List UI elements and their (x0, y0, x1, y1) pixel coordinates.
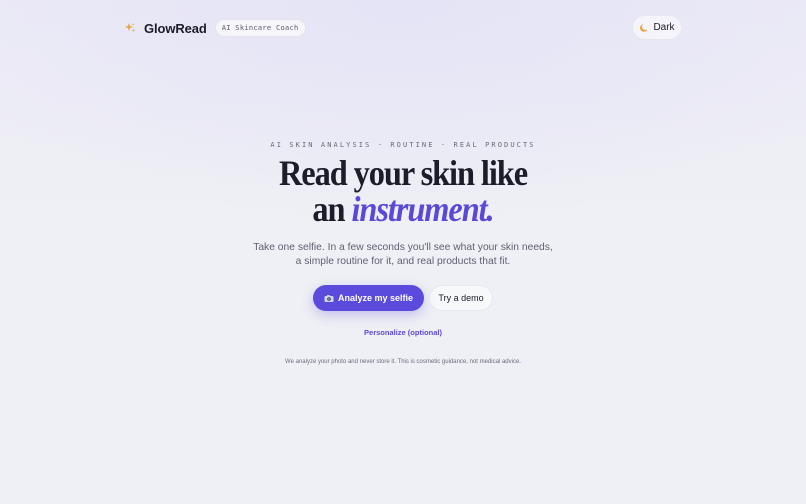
privacy-disclaimer: We analyze your photo and never store it… (285, 359, 521, 365)
subtitle-line-1: Take one selfie. In a few seconds you'll… (253, 242, 553, 253)
try-demo-label: Try a demo (438, 293, 484, 303)
try-demo-button[interactable]: Try a demo (429, 285, 493, 311)
hero-subtitle: Take one selfie. In a few seconds you'll… (0, 241, 806, 269)
analyze-selfie-button[interactable]: Analyze my selfie (313, 285, 424, 311)
theme-toggle-button[interactable]: Dark (632, 15, 682, 40)
subtitle-line-2: a simple routine for it, and real produc… (295, 256, 511, 267)
sparkles-icon (123, 21, 137, 35)
brand-badge: AI Skincare Coach (214, 19, 306, 37)
hero-headline: Read your skin like an instrument. (40, 155, 765, 227)
headline-line-2-prefix: an (312, 189, 352, 229)
camera-icon (324, 294, 334, 303)
headline-accent: instrument. (351, 189, 494, 229)
personalize-link[interactable]: Personalize (optional) (364, 328, 442, 337)
top-bar: GlowRead AI Skincare Coach Dark (0, 0, 806, 56)
moon-icon (639, 23, 649, 33)
headline-line-1: Read your skin like (278, 153, 528, 193)
cta-row: Analyze my selfie Try a demo (0, 285, 806, 311)
hero-eyebrow: AI SKIN ANALYSIS · ROUTINE · REAL PRODUC… (270, 141, 536, 149)
brand[interactable]: GlowRead AI Skincare Coach (123, 18, 306, 38)
analyze-selfie-label: Analyze my selfie (337, 293, 414, 303)
theme-toggle-label: Dark (653, 22, 675, 33)
personalize-section: Personalize (optional) (0, 328, 806, 337)
brand-name: GlowRead (144, 20, 207, 36)
